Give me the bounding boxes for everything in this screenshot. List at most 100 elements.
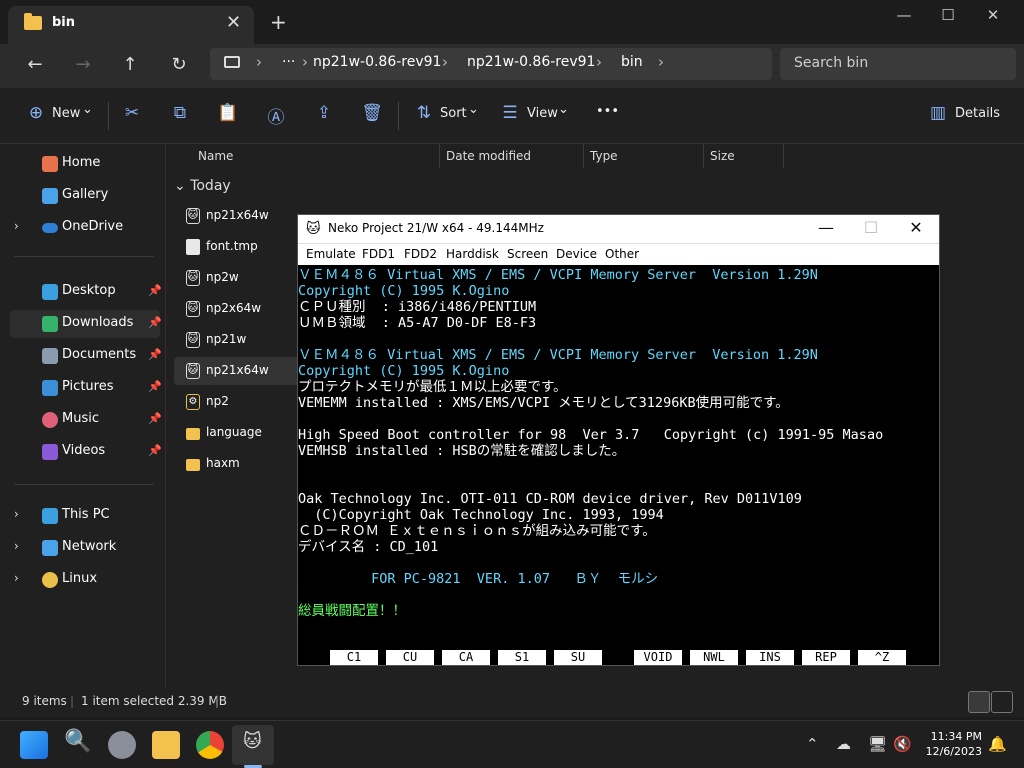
sidebar-item-gallery[interactable]: Gallery xyxy=(10,182,160,210)
column-separator[interactable] xyxy=(439,144,440,168)
group-header-today[interactable]: ⌄ Today xyxy=(174,178,231,194)
settings-file-icon: ⚙ xyxy=(186,394,200,410)
pin-icon[interactable]: 📌 xyxy=(148,380,162,393)
column-header-date[interactable]: Date modified xyxy=(446,149,531,163)
back-icon[interactable]: ← xyxy=(20,54,50,75)
sidebar-item-label: This PC xyxy=(62,507,110,522)
column-header-name[interactable]: Name xyxy=(198,149,233,163)
column-separator[interactable] xyxy=(583,144,584,168)
divider: | xyxy=(215,694,220,708)
screen-line: プロテクトメモリが最低１Ｍ以上必要です。 xyxy=(298,379,567,395)
menu-screen[interactable]: Screen xyxy=(507,247,548,261)
tiles-view-icon[interactable] xyxy=(991,691,1013,713)
pin-icon[interactable]: 📌 xyxy=(148,284,162,297)
chevron-right-icon[interactable]: › xyxy=(658,53,664,71)
address-bar[interactable]: › ··· › np21w-0.86-rev91 › np21w-0.86-re… xyxy=(210,48,772,80)
volume-muted-icon[interactable]: 🔇 xyxy=(893,735,912,753)
menu-other[interactable]: Other xyxy=(605,247,639,261)
pin-icon[interactable]: 📌 xyxy=(148,444,162,457)
new-button[interactable]: New xyxy=(52,106,80,121)
sidebar-item-pictures[interactable]: Pictures 📌 xyxy=(10,374,162,402)
onedrive-icon xyxy=(42,223,58,233)
address-segment[interactable]: bin xyxy=(621,54,643,70)
chevron-right-icon[interactable]: › xyxy=(14,539,19,553)
notification-icon[interactable]: 🔔 xyxy=(988,735,1007,753)
cut-icon[interactable]: ✂ xyxy=(120,103,144,123)
address-segment[interactable]: np21w-0.86-rev91 xyxy=(467,54,595,70)
pin-icon[interactable]: 📌 xyxy=(148,348,162,361)
new-tab-icon[interactable]: + xyxy=(270,10,287,34)
chevron-right-icon[interactable]: › xyxy=(14,507,19,521)
sidebar-item-network[interactable]: › Network xyxy=(10,534,160,562)
copy-icon[interactable]: ⧉ xyxy=(168,103,192,123)
details-view-icon[interactable] xyxy=(968,691,990,713)
maximize-button[interactable]: ☐ xyxy=(928,6,968,24)
divider: | xyxy=(70,694,75,708)
widgets-icon[interactable] xyxy=(108,731,136,759)
home-icon xyxy=(42,156,58,172)
chevron-right-icon: › xyxy=(256,53,262,71)
delete-icon[interactable]: 🗑 xyxy=(360,103,384,123)
share-icon[interactable]: ⇪ xyxy=(312,103,336,123)
address-segment[interactable]: np21w-0.86-rev91 xyxy=(313,54,441,70)
chevron-up-icon[interactable]: ⌃ xyxy=(806,735,819,753)
file-name: language xyxy=(206,425,262,439)
menu-device[interactable]: Device xyxy=(556,247,597,261)
maximize-button[interactable]: ☐ xyxy=(851,218,891,237)
search-icon[interactable]: 🔍 xyxy=(64,729,91,754)
paste-icon[interactable]: 📋 xyxy=(216,103,240,123)
sort-button[interactable]: Sort xyxy=(440,106,467,121)
emulator-title-bar[interactable]: 🐱 Neko Project 21/W x64 - 49.144MHz — ☐ … xyxy=(298,215,939,243)
neko-cat-icon: 🐱 xyxy=(306,221,321,237)
details-button[interactable]: Details xyxy=(955,106,1000,121)
monitor-icon[interactable]: 🖥 xyxy=(868,735,887,753)
screen-line: ＣＰＵ種別 : i386/i486/PENTIUM xyxy=(298,299,537,315)
sidebar-item-documents[interactable]: Documents 📌 xyxy=(10,342,162,370)
neko-cat-icon[interactable]: 🐱 xyxy=(243,731,262,752)
rename-icon[interactable]: Ⓐ xyxy=(264,103,288,128)
sidebar-item-onedrive[interactable]: › OneDrive xyxy=(10,214,160,242)
sidebar-item-videos[interactable]: Videos 📌 xyxy=(10,438,162,466)
menu-emulate[interactable]: Emulate xyxy=(306,247,356,261)
view-button[interactable]: View xyxy=(527,106,558,121)
column-header-type[interactable]: Type xyxy=(590,149,618,163)
search-input[interactable]: Search bin xyxy=(780,48,1016,80)
cloud-icon[interactable]: ☁ xyxy=(836,735,851,753)
app-icon: 🐱 xyxy=(186,332,200,348)
sidebar-item-music[interactable]: Music 📌 xyxy=(10,406,162,434)
minimize-button[interactable]: — xyxy=(806,218,846,237)
sidebar-item-this-pc[interactable]: › This PC xyxy=(10,502,160,530)
address-ellipsis[interactable]: ··· xyxy=(282,54,295,70)
column-header-size[interactable]: Size xyxy=(710,149,735,163)
chevron-right-icon[interactable]: › xyxy=(14,219,19,233)
chevron-right-icon[interactable]: › xyxy=(14,571,19,585)
sidebar-item-home[interactable]: Home xyxy=(10,150,160,178)
menu-fdd1[interactable]: FDD1 xyxy=(362,247,395,261)
close-button[interactable]: ✕ xyxy=(896,218,936,237)
close-button[interactable]: ✕ xyxy=(973,6,1013,24)
minimize-button[interactable]: — xyxy=(884,6,924,24)
chrome-icon[interactable] xyxy=(196,731,224,759)
emulator-screen[interactable]: ＶＥＭ４８６ Virtual XMS / EMS / VCPI Memory S… xyxy=(298,265,939,665)
column-separator[interactable] xyxy=(703,144,704,168)
menu-fdd2[interactable]: FDD2 xyxy=(404,247,437,261)
menu-harddisk[interactable]: Harddisk xyxy=(446,247,499,261)
start-icon[interactable] xyxy=(20,731,48,759)
file-explorer-icon[interactable] xyxy=(152,731,180,759)
forward-icon[interactable]: → xyxy=(68,54,98,75)
up-icon[interactable]: ↑ xyxy=(115,54,145,75)
sidebar-item-desktop[interactable]: Desktop 📌 xyxy=(10,278,162,306)
clock[interactable]: 11:34 PM 12/6/2023 xyxy=(920,729,982,759)
more-options-icon[interactable]: ••• xyxy=(596,104,619,119)
function-key-label: REP xyxy=(802,650,850,665)
tab-close-icon[interactable]: ✕ xyxy=(226,12,241,33)
tab-bin[interactable]: bin ✕ xyxy=(8,6,254,44)
navigation-pane: Home Gallery › OneDrive Desktop 📌 Downlo… xyxy=(0,144,166,689)
sidebar-item-downloads[interactable]: Downloads 📌 xyxy=(10,310,162,338)
pin-icon[interactable]: 📌 xyxy=(148,316,162,329)
column-separator[interactable] xyxy=(783,144,784,168)
pin-icon[interactable]: 📌 xyxy=(148,412,162,425)
refresh-icon[interactable]: ↻ xyxy=(164,54,194,75)
gallery-icon xyxy=(42,188,58,204)
sidebar-item-linux[interactable]: › Linux xyxy=(10,566,160,594)
